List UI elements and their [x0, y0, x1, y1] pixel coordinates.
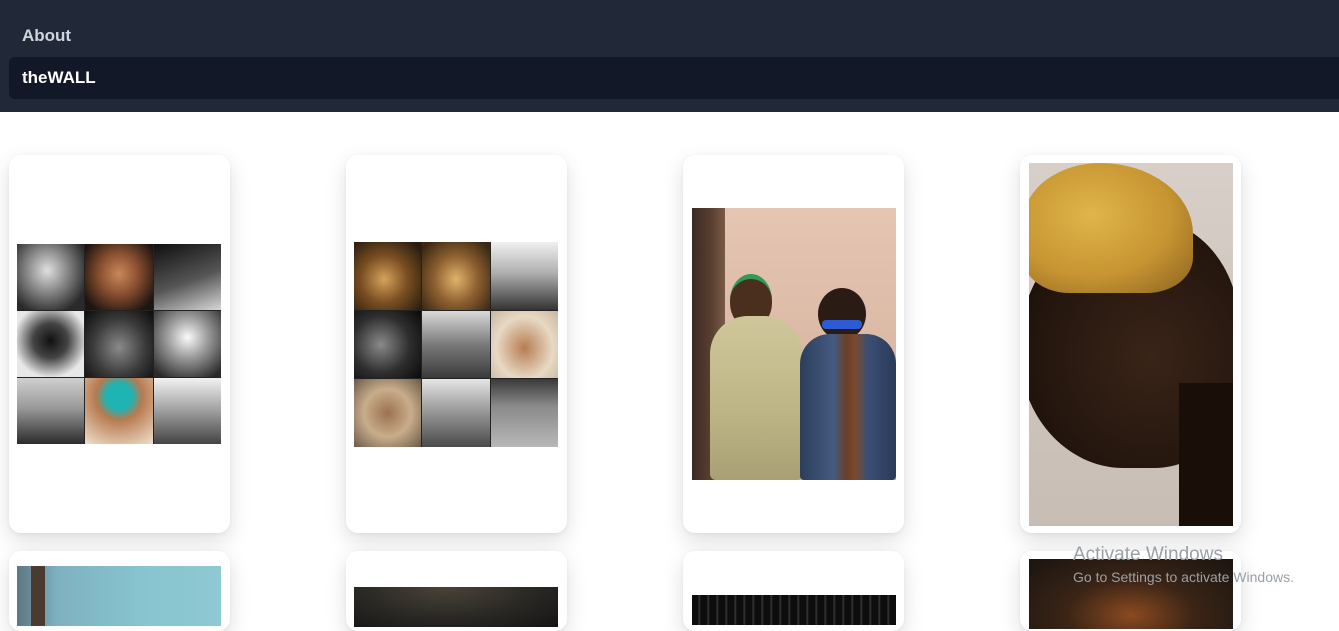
- gallery-card-2[interactable]: [346, 155, 567, 533]
- gallery-image-dark-night[interactable]: [692, 595, 896, 625]
- gallery-card-3[interactable]: [683, 155, 904, 533]
- top-navigation-bar: About theWALL: [0, 0, 1339, 112]
- windows-activation-watermark: Activate Windows Go to Settings to activ…: [1073, 544, 1294, 585]
- nav-link-thewall[interactable]: theWALL: [9, 57, 1339, 99]
- gallery-image-collage-sepia[interactable]: [354, 242, 558, 447]
- nav-link-about[interactable]: About: [22, 26, 71, 46]
- gallery-card-7[interactable]: [683, 551, 904, 631]
- gallery-image-dark-portrait[interactable]: [354, 587, 558, 627]
- gallery-image-collage-grayscale[interactable]: [17, 244, 221, 444]
- gallery-image-two-men[interactable]: [692, 208, 896, 480]
- nav-link-thewall-label: theWALL: [22, 68, 96, 87]
- gallery-card-1[interactable]: [9, 155, 230, 533]
- watermark-title: Activate Windows: [1073, 544, 1223, 565]
- watermark-subtitle: Go to Settings to activate Windows.: [1073, 569, 1294, 585]
- gallery-card-5[interactable]: [9, 551, 230, 631]
- gallery-image-sky-building[interactable]: [17, 566, 221, 626]
- gallery-card-4[interactable]: [1020, 155, 1241, 533]
- gallery-image-blond-portrait[interactable]: [1029, 163, 1233, 526]
- gallery-card-6[interactable]: [346, 551, 567, 631]
